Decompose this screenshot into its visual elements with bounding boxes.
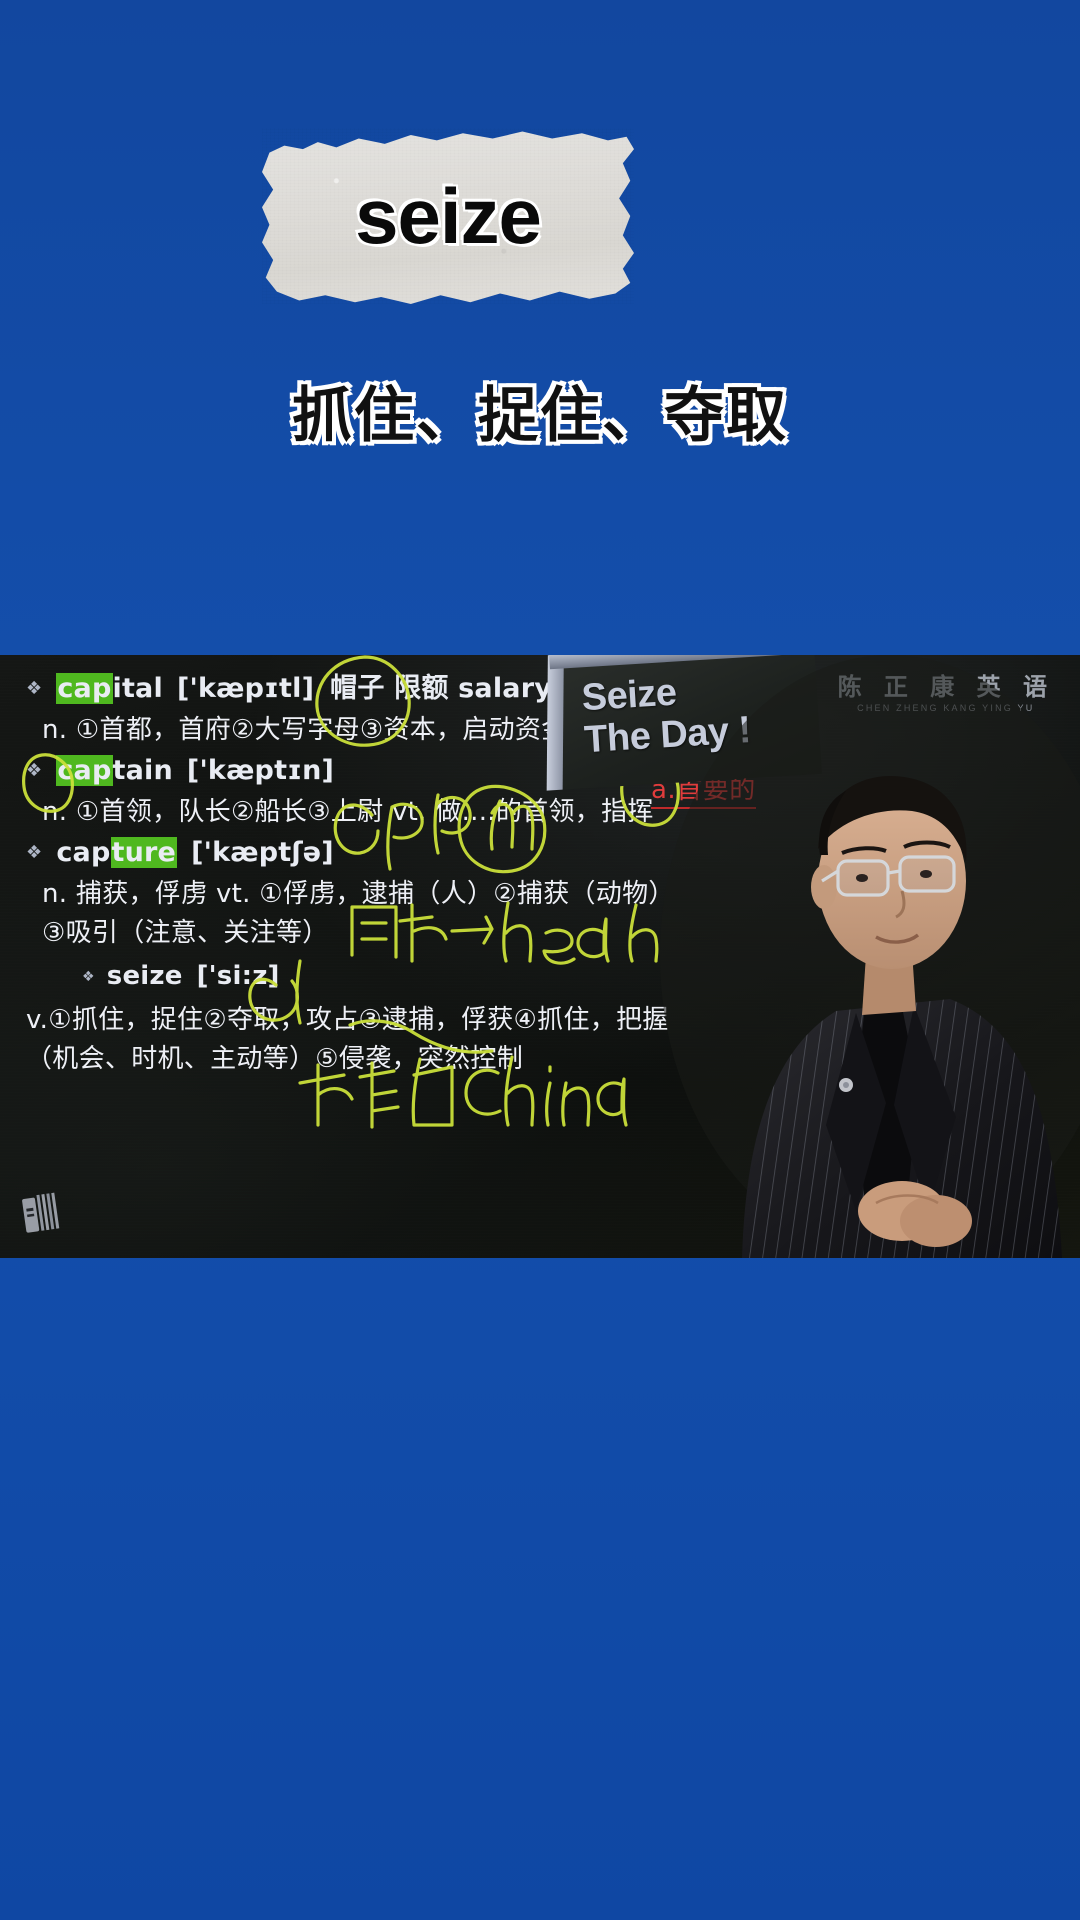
brand-watermark: 陈 正 康 英 语 CHEN ZHENG KANG YING YU bbox=[838, 673, 1054, 715]
vocab-headline: ❖ seize ['si:z] bbox=[82, 957, 726, 999]
seize-definition-2: （机会、时机、主动等）⑤侵袭，突然控制 bbox=[26, 1044, 524, 1074]
vocab-definition-cont: ③吸引（注意、关注等） bbox=[42, 918, 329, 948]
vocab-word: capture bbox=[56, 837, 178, 868]
title-card: seize bbox=[262, 128, 634, 304]
vocab-entry-seize: ❖ seize ['si:z] bbox=[26, 957, 726, 999]
brand-name: 陈 正 康 英 语 bbox=[837, 673, 1054, 701]
highlight-ture: ture bbox=[110, 837, 178, 868]
subtitle-text: 抓住、捉住、夺取 bbox=[292, 381, 788, 451]
poster-text: Seize The Day ! bbox=[581, 667, 752, 762]
seize-definition-1: v.①抓住，捉住②夺取，攻占③逮捕，俘获④抓住，把握 bbox=[26, 1005, 669, 1035]
vocab-ipa: ['kæptʃə] bbox=[191, 837, 334, 868]
page-root: seize 抓住、捉住、夺取 ❖ capital ['kæpɪtl] 帽子 限额… bbox=[0, 0, 1080, 1920]
vocab-word: seize bbox=[106, 961, 183, 991]
seize-the-day-poster: Seize The Day ! bbox=[546, 655, 822, 791]
highlight-cap: cap bbox=[56, 673, 113, 704]
vocab-ipa: ['kæptɪn] bbox=[186, 755, 335, 786]
diamond-bullet-icon: ❖ bbox=[26, 678, 43, 699]
page-title: seize bbox=[355, 172, 542, 260]
vocab-entry-capture: ❖ capture ['kæptʃə] n. 捕获，俘虏 vt. ①俘虏，逮捕（… bbox=[26, 834, 726, 953]
vocab-definition: n. 捕获，俘虏 vt. ①俘虏，逮捕（人）②捕获（动物） bbox=[42, 879, 675, 909]
vocab-definition: n. ①首领，队长②船长③上尉 vt. 做....的首领，指挥 bbox=[42, 797, 654, 827]
vocab-word: captain bbox=[56, 755, 173, 786]
vocab-word: capital bbox=[56, 673, 163, 704]
diamond-bullet-icon: ❖ bbox=[26, 842, 43, 863]
video-frame[interactable]: ❖ capital ['kæpɪtl] 帽子 限额 salary cap n. … bbox=[0, 655, 1080, 1258]
poster-line-2: The Day ! bbox=[583, 709, 752, 762]
vocab-ipa: ['si:z] bbox=[196, 961, 280, 991]
diamond-bullet-icon: ❖ bbox=[26, 760, 43, 781]
diamond-bullet-icon: ❖ bbox=[82, 969, 95, 985]
book-icon bbox=[22, 1192, 60, 1233]
brand-pinyin: CHEN ZHENG KANG YING YU bbox=[857, 703, 1035, 713]
poster-left-edge bbox=[546, 655, 564, 791]
poster-top-edge bbox=[549, 655, 815, 670]
highlight-cap: cap bbox=[56, 755, 113, 786]
vocab-headline: ❖ capture ['kæptʃə] bbox=[26, 834, 726, 875]
vocab-ipa: ['kæpɪtl] bbox=[176, 673, 315, 704]
